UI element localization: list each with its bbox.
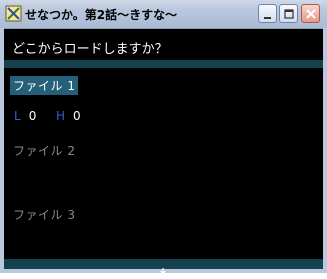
window-title: せなつか。第2話〜きすな〜 (25, 8, 178, 22)
stat-h-label: H (56, 109, 66, 123)
title-bar[interactable]: せなつか。第2話〜きすな〜 (0, 0, 327, 29)
load-prompt: どこからロードしますか？ (12, 42, 168, 57)
save-slot-1[interactable]: ファイル 1 (10, 76, 79, 95)
stat-h: H0 (56, 109, 81, 123)
stat-l-label: L (14, 109, 21, 123)
close-icon (306, 9, 316, 19)
scroll-down-arrow-icon[interactable] (159, 260, 167, 275)
prompt-bar: どこからロードしますか？ (4, 29, 323, 60)
stat-l-value: 0 (28, 109, 37, 123)
app-icon[interactable] (5, 5, 22, 22)
right-border (323, 28, 327, 273)
save-slot-2[interactable]: ファイル 2 (13, 142, 75, 159)
stat-h-value: 0 (73, 109, 81, 123)
game-window: せなつか。第2話〜きすな〜 どこからロードしますか？ ファイル 1 L0 H 0… (0, 0, 327, 275)
minimize-button[interactable] (258, 4, 277, 23)
maximize-button[interactable] (279, 4, 298, 23)
stat-l: L0 (14, 109, 36, 123)
close-button[interactable] (301, 4, 320, 23)
minimize-icon (264, 17, 271, 19)
save-slot-3[interactable]: ファイル 3 (13, 206, 75, 223)
load-screen: どこからロードしますか？ ファイル 1 L0 H0 ファイル 2 ファイル 3 (4, 29, 323, 275)
separator-bar (4, 60, 323, 68)
maximize-icon (284, 9, 294, 19)
